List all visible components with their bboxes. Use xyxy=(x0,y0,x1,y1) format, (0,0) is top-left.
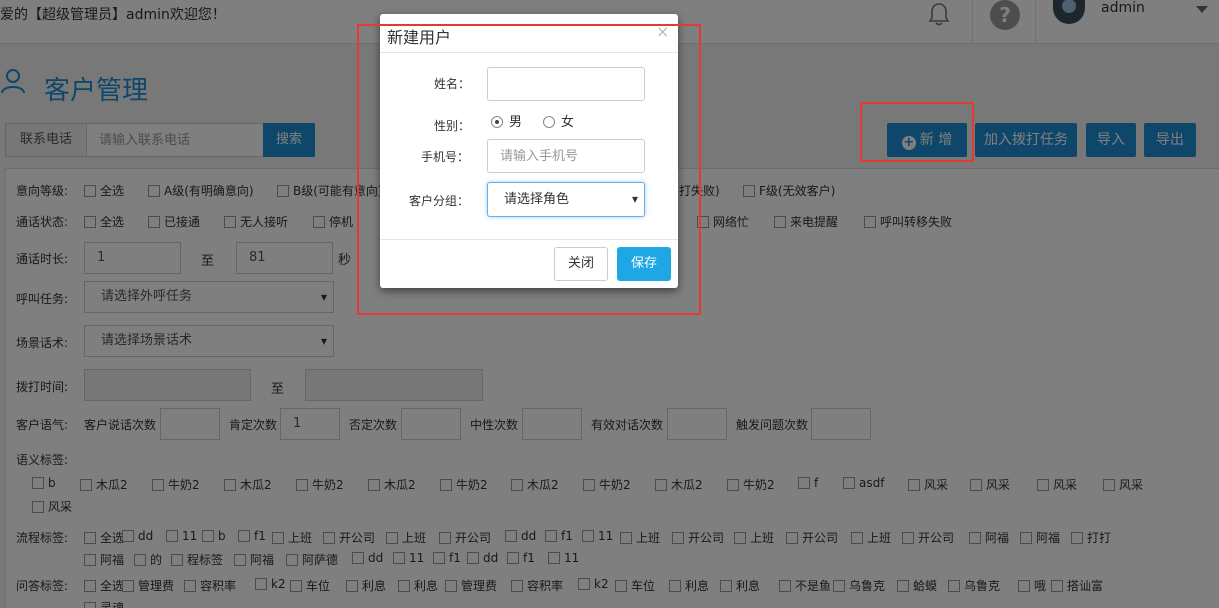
highlight-box xyxy=(357,24,701,315)
highlight-box xyxy=(860,102,974,162)
